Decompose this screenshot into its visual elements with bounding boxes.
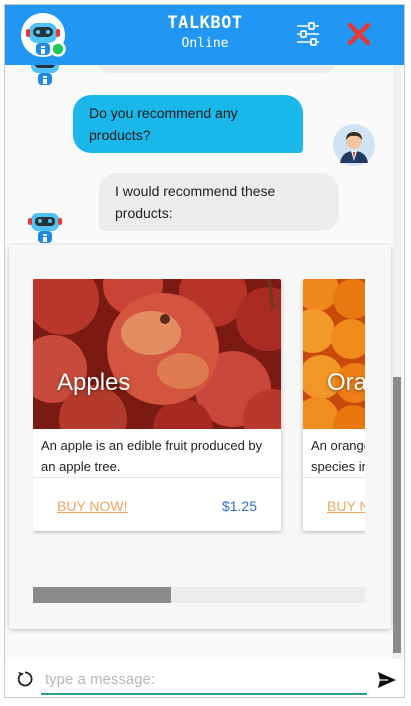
bot-avatar-icon <box>28 213 62 243</box>
card-divider <box>303 477 365 478</box>
apples-image <box>33 279 281 429</box>
bot-message-bubble: I would recommend these products: <box>99 173 339 231</box>
product-card: Oranges An orange is the fruit of the ci… <box>303 279 365 531</box>
header-title-block: TALKBOT Online <box>155 13 255 51</box>
previous-bot-bubble <box>97 65 337 73</box>
sliders-icon[interactable] <box>293 19 323 49</box>
chat-window: TALKBOT Online Do you recommend any prod… <box>4 4 405 698</box>
message-input[interactable] <box>41 665 367 695</box>
bot-avatar-icon <box>31 65 59 85</box>
product-name: Oranges <box>327 369 365 396</box>
chat-header: TALKBOT Online <box>5 5 404 65</box>
product-carousel: Apples An apple is an edible fruit produ… <box>9 245 391 629</box>
message-composer <box>5 659 404 697</box>
carousel-viewport[interactable]: Apples An apple is an edible fruit produ… <box>33 279 365 535</box>
robot-avatar-icon <box>21 13 66 57</box>
message-list[interactable]: Do you recommend any products? I would r… <box>5 65 404 659</box>
user-message-text: Do you recommend any products? <box>89 105 238 143</box>
refresh-icon[interactable] <box>15 669 35 689</box>
card-divider <box>33 477 281 478</box>
oranges-image <box>303 279 365 429</box>
buy-now-button[interactable]: BUY NOW! <box>57 498 128 514</box>
product-description: An orange is the fruit of the citrus spe… <box>311 438 365 474</box>
close-icon[interactable] <box>343 18 375 50</box>
buy-now-button[interactable]: BUY NOW! <box>327 498 365 514</box>
carousel-scrollbar-thumb[interactable] <box>33 587 171 603</box>
send-icon[interactable] <box>377 671 397 689</box>
product-name: Apples <box>57 369 131 396</box>
product-price: $1.25 <box>221 498 257 514</box>
online-status: Online <box>181 36 229 51</box>
user-avatar-icon <box>333 124 375 166</box>
message-scrollbar-thumb[interactable] <box>393 377 401 653</box>
product-card: Apples An apple is an edible fruit produ… <box>33 279 281 531</box>
chat-title: TALKBOT <box>167 13 243 33</box>
bot-message-text: I would recommend these products: <box>115 183 276 221</box>
product-description: An apple is an edible fruit produced by … <box>41 438 263 474</box>
user-message-bubble: Do you recommend any products? <box>73 95 303 153</box>
